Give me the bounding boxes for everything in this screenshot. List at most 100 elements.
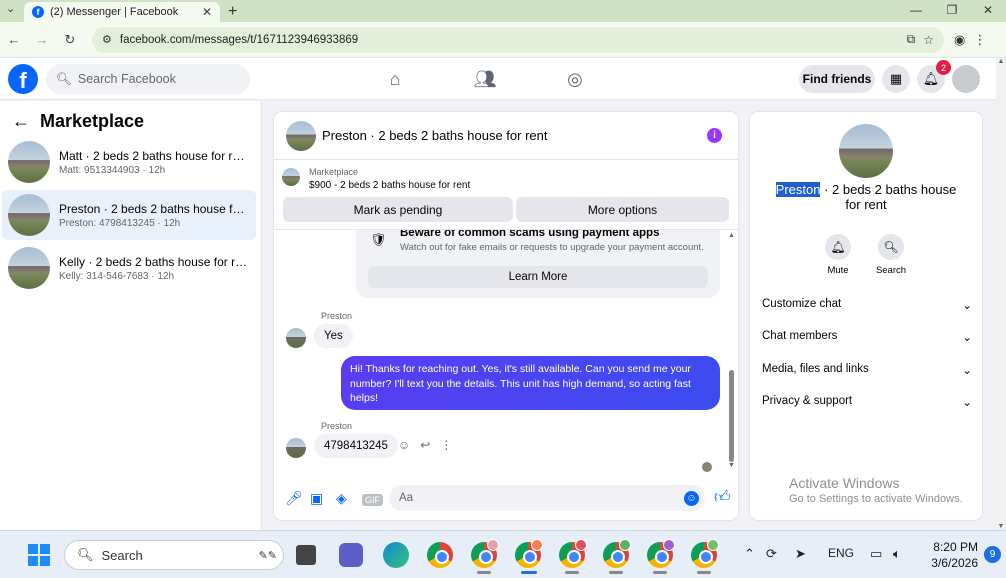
new-tab-icon[interactable]: + <box>228 3 237 21</box>
row-label: Privacy & support <box>762 395 853 407</box>
outgoing-message[interactable]: Hi! Thanks for reaching out. Yes, it's s… <box>341 356 720 410</box>
conversation-name: Matt · 2 beds 2 baths house for rent <box>59 148 249 163</box>
reply-icon[interactable]: ↩ <box>420 438 430 452</box>
facebook-search-input[interactable]: 🔍︎ Search Facebook <box>46 64 250 94</box>
incoming-message[interactable]: Yes <box>314 324 353 348</box>
customize-chat-row[interactable]: Customize chat ⌄ <box>762 298 972 312</box>
facebook-logo-icon[interactable]: f <box>8 64 38 94</box>
windows-start-icon[interactable] <box>28 544 50 566</box>
mark-as-pending-button[interactable]: Mark as pending <box>283 197 513 222</box>
scroll-up-icon[interactable]: ▲ <box>728 232 735 239</box>
listing-thumbnail[interactable] <box>282 168 300 186</box>
profile-avatar[interactable] <box>952 65 980 93</box>
chat-scrollbar[interactable]: ▲ ▼ <box>728 232 736 472</box>
restore-icon[interactable]: ❐ <box>934 0 970 22</box>
chrome-profile-icon[interactable] <box>471 539 499 568</box>
watermark-line1: Activate Windows <box>789 475 900 491</box>
conversation-info-panel: Preston · 2 beds 2 baths house for rent … <box>750 112 982 520</box>
incoming-message[interactable]: 4798413245 <box>314 434 398 458</box>
bookmark-star-icon[interactable]: ☆ <box>923 33 934 47</box>
chrome-profile-icon[interactable] <box>515 539 543 568</box>
gif-icon[interactable]: GIF <box>362 494 383 506</box>
menu-grid-icon[interactable]: ▦ <box>882 65 910 93</box>
conversation-item-kelly[interactable]: Kelly · 2 beds 2 baths house for rent Ke… <box>2 243 256 293</box>
volume-icon[interactable]: 🔈︎ <box>893 546 901 562</box>
sticker-icon[interactable]: ◈ <box>336 490 347 507</box>
conversation-item-preston[interactable]: Preston · 2 beds 2 baths house for rent … <box>2 190 256 240</box>
forward-icon[interactable]: → <box>28 32 56 47</box>
listing-photo[interactable] <box>839 124 893 178</box>
photo-icon[interactable]: ▣ <box>310 490 323 507</box>
sync-icon[interactable]: ⟳ <box>766 546 777 562</box>
address-bar[interactable]: ⚙ facebook.com/messages/t/16711239469338… <box>92 26 944 53</box>
conversation-info-icon[interactable]: i <box>707 128 722 143</box>
meet-app-icon[interactable] <box>339 543 363 567</box>
browser-tab-strip: ⌄ f (2) Messenger | Facebook ✕ + — ❐ ✕ <box>0 0 1006 22</box>
language-indicator[interactable]: ENG <box>828 546 854 560</box>
site-info-icon[interactable]: ⚙ <box>102 33 112 46</box>
info-title-selected: Preston <box>775 182 821 197</box>
back-arrow-icon[interactable]: ← <box>12 111 30 132</box>
learn-more-button[interactable]: Learn More <box>368 266 708 288</box>
sender-avatar[interactable] <box>286 328 306 348</box>
taskbar-search-label: Search <box>101 547 143 563</box>
search-icon: 🔍︎ <box>878 234 904 260</box>
minimize-icon[interactable]: — <box>898 0 934 22</box>
search-label: Search <box>875 265 907 276</box>
notification-center-badge[interactable]: 9 <box>984 546 1001 563</box>
task-view-icon[interactable] <box>296 545 316 565</box>
groups-icon[interactable]: ◎ <box>560 69 590 90</box>
taskbar-clock[interactable]: 8:20 PM 3/6/2026 <box>926 539 978 571</box>
scroll-down-icon[interactable]: ▼ <box>996 523 1006 530</box>
chat-avatar[interactable] <box>286 120 316 151</box>
browser-profile-icon[interactable]: ◉ <box>954 32 965 48</box>
chrome-profile-icon[interactable] <box>559 539 587 568</box>
sender-avatar[interactable] <box>286 438 306 458</box>
home-icon[interactable]: ⌂ <box>380 69 410 90</box>
search-button[interactable]: 🔍︎ Search <box>866 234 916 276</box>
more-actions-icon[interactable]: ⋮ <box>440 438 452 452</box>
react-emoji-icon[interactable]: ☺ <box>398 438 410 452</box>
media-files-links-row[interactable]: Media, files and links ⌄ <box>762 363 972 377</box>
listing-thumbnail <box>8 194 50 236</box>
find-friends-button[interactable]: Find friends <box>799 65 875 93</box>
friends-icon[interactable]: 👥︎ <box>470 69 500 90</box>
conversation-name: Preston · 2 beds 2 baths house for rent <box>59 201 249 216</box>
edge-icon[interactable] <box>383 542 409 568</box>
taskbar-search-box[interactable]: 🔍︎ Search ✎✎ <box>64 540 284 570</box>
message-input[interactable]: Aa <box>389 485 705 511</box>
close-window-icon[interactable]: ✕ <box>970 0 1006 22</box>
chat-members-row[interactable]: Chat members ⌄ <box>762 330 972 344</box>
scroll-up-icon[interactable]: ▲ <box>996 58 1006 65</box>
scroll-thumb[interactable] <box>729 370 734 462</box>
emoji-icon[interactable]: ☺ <box>684 491 699 506</box>
browser-tab[interactable]: f (2) Messenger | Facebook ✕ <box>24 2 220 22</box>
browser-menu-icon[interactable]: ⋮ <box>973 32 986 48</box>
scroll-down-icon[interactable]: ▼ <box>728 462 735 469</box>
back-icon[interactable]: ← <box>0 32 28 47</box>
search-icon: 🔍︎ <box>77 547 94 562</box>
chrome-icon[interactable] <box>427 542 453 568</box>
network-icon[interactable]: ▭ <box>870 546 882 562</box>
chevron-down-icon: ⌄ <box>962 365 972 377</box>
close-tab-icon[interactable]: ✕ <box>202 5 212 19</box>
chat-title[interactable]: Preston · 2 beds 2 baths house for rent <box>322 128 547 143</box>
more-options-button[interactable]: More options <box>516 197 729 222</box>
chrome-profile-icon[interactable] <box>647 539 675 568</box>
mute-button[interactable]: 🔔︎ Mute <box>813 234 863 276</box>
send-icon[interactable]: ➤ <box>795 546 806 562</box>
tab-search-icon[interactable]: ⌄ <box>6 2 15 15</box>
reload-icon[interactable]: ↻ <box>56 32 84 48</box>
show-hidden-icons-icon[interactable]: ⌃ <box>744 546 755 562</box>
microphone-icon[interactable]: 🎤︎ <box>285 490 303 507</box>
thumbs-up-icon[interactable]: 👍︎ <box>714 488 731 507</box>
conversation-item-matt[interactable]: Matt · 2 beds 2 baths house for rent Mat… <box>2 137 256 187</box>
chrome-profile-icon[interactable] <box>603 539 631 568</box>
chevron-down-icon: ⌄ <box>962 332 972 344</box>
install-app-icon[interactable]: ⧉ <box>907 32 916 47</box>
chrome-profile-icon[interactable] <box>691 539 719 568</box>
page-scrollbar[interactable]: ▲ ▼ <box>996 58 1006 530</box>
listing-price[interactable]: $900 - 2 beds 2 baths house for rent <box>309 180 470 191</box>
sender-name: Preston <box>321 311 353 321</box>
privacy-support-row[interactable]: Privacy & support ⌄ <box>762 395 972 409</box>
